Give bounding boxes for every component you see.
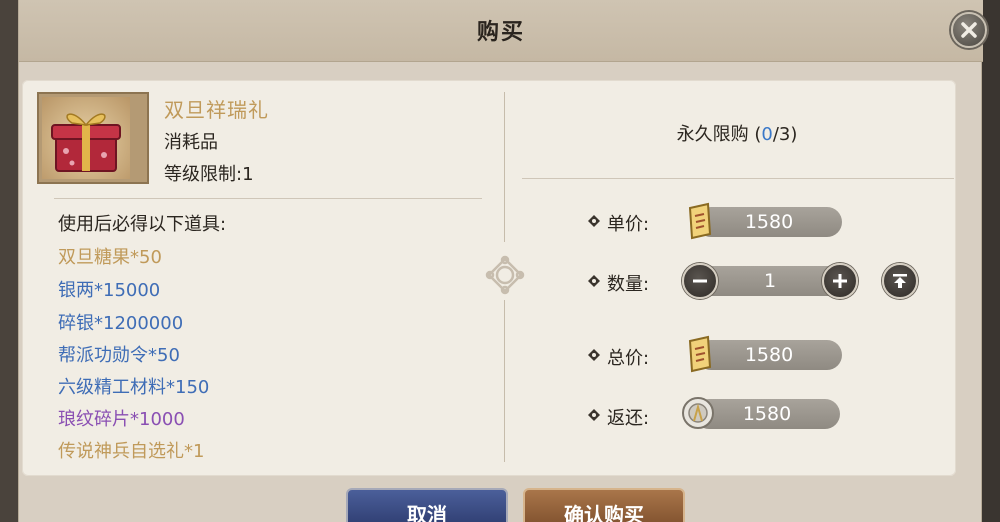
confirm-purchase-button[interactable]: 确认购买 bbox=[523, 488, 685, 522]
bullet-icon bbox=[588, 349, 600, 361]
quantity-label: 数量: bbox=[607, 274, 650, 295]
plus-icon bbox=[833, 274, 847, 288]
limit-label: 永久限购 ( bbox=[676, 124, 762, 145]
bullet-icon bbox=[588, 215, 600, 227]
minus-icon bbox=[693, 279, 707, 283]
item-icon-frame[interactable] bbox=[37, 92, 149, 184]
limit-suffix: /3) bbox=[772, 124, 798, 145]
gift-box-icon bbox=[42, 97, 130, 179]
total-price-label: 总价: bbox=[607, 348, 650, 369]
reward-item: 琅纹碎片*1000 bbox=[58, 409, 185, 430]
item-level-limit: 等级限制:1 bbox=[164, 164, 254, 185]
plus-button[interactable] bbox=[822, 263, 858, 299]
dialog-title: 购买 bbox=[476, 20, 525, 45]
ornament-icon bbox=[485, 255, 525, 295]
unit-price-label: 单价: bbox=[607, 214, 650, 235]
item-name: 双旦祥瑞礼 bbox=[164, 98, 269, 122]
reward-item: 碎银*1200000 bbox=[58, 313, 184, 334]
divider-vertical bbox=[504, 300, 505, 462]
reward-item: 双旦糖果*50 bbox=[58, 247, 162, 268]
minus-button[interactable] bbox=[682, 263, 718, 299]
bullet-icon bbox=[588, 409, 600, 421]
close-icon bbox=[961, 22, 977, 38]
backdrop-right bbox=[982, 0, 1000, 522]
reward-item: 银两*15000 bbox=[58, 280, 161, 301]
item-type: 消耗品 bbox=[164, 132, 218, 153]
divider bbox=[54, 198, 482, 199]
gold-scroll-icon bbox=[688, 202, 712, 240]
cancel-button[interactable]: 取消 bbox=[346, 488, 508, 522]
purchase-limit: 永久限购 (0/3) bbox=[520, 120, 954, 146]
unit-price-value: 1580 bbox=[696, 207, 842, 237]
total-price-value: 1580 bbox=[696, 340, 842, 370]
close-button[interactable] bbox=[951, 12, 987, 48]
rewards-title: 使用后必得以下道具: bbox=[58, 214, 227, 235]
bullet-icon bbox=[588, 275, 600, 287]
dialog-header: 购买 bbox=[19, 0, 987, 62]
limit-current: 0 bbox=[761, 124, 773, 145]
quantity-value[interactable]: 1 bbox=[740, 266, 800, 296]
max-arrow-icon bbox=[893, 274, 907, 288]
rebate-label: 返还: bbox=[607, 408, 650, 429]
backdrop-left bbox=[0, 0, 18, 522]
divider-vertical bbox=[504, 92, 505, 242]
reward-item: 帮派功勋令*50 bbox=[58, 345, 180, 366]
reward-item: 传说神兵自选礼*1 bbox=[58, 441, 205, 462]
max-quantity-button[interactable] bbox=[882, 263, 918, 299]
silver-coin-icon bbox=[682, 397, 714, 429]
gold-scroll-icon bbox=[688, 335, 712, 373]
divider bbox=[522, 178, 954, 179]
reward-item: 六级精工材料*150 bbox=[58, 377, 210, 398]
